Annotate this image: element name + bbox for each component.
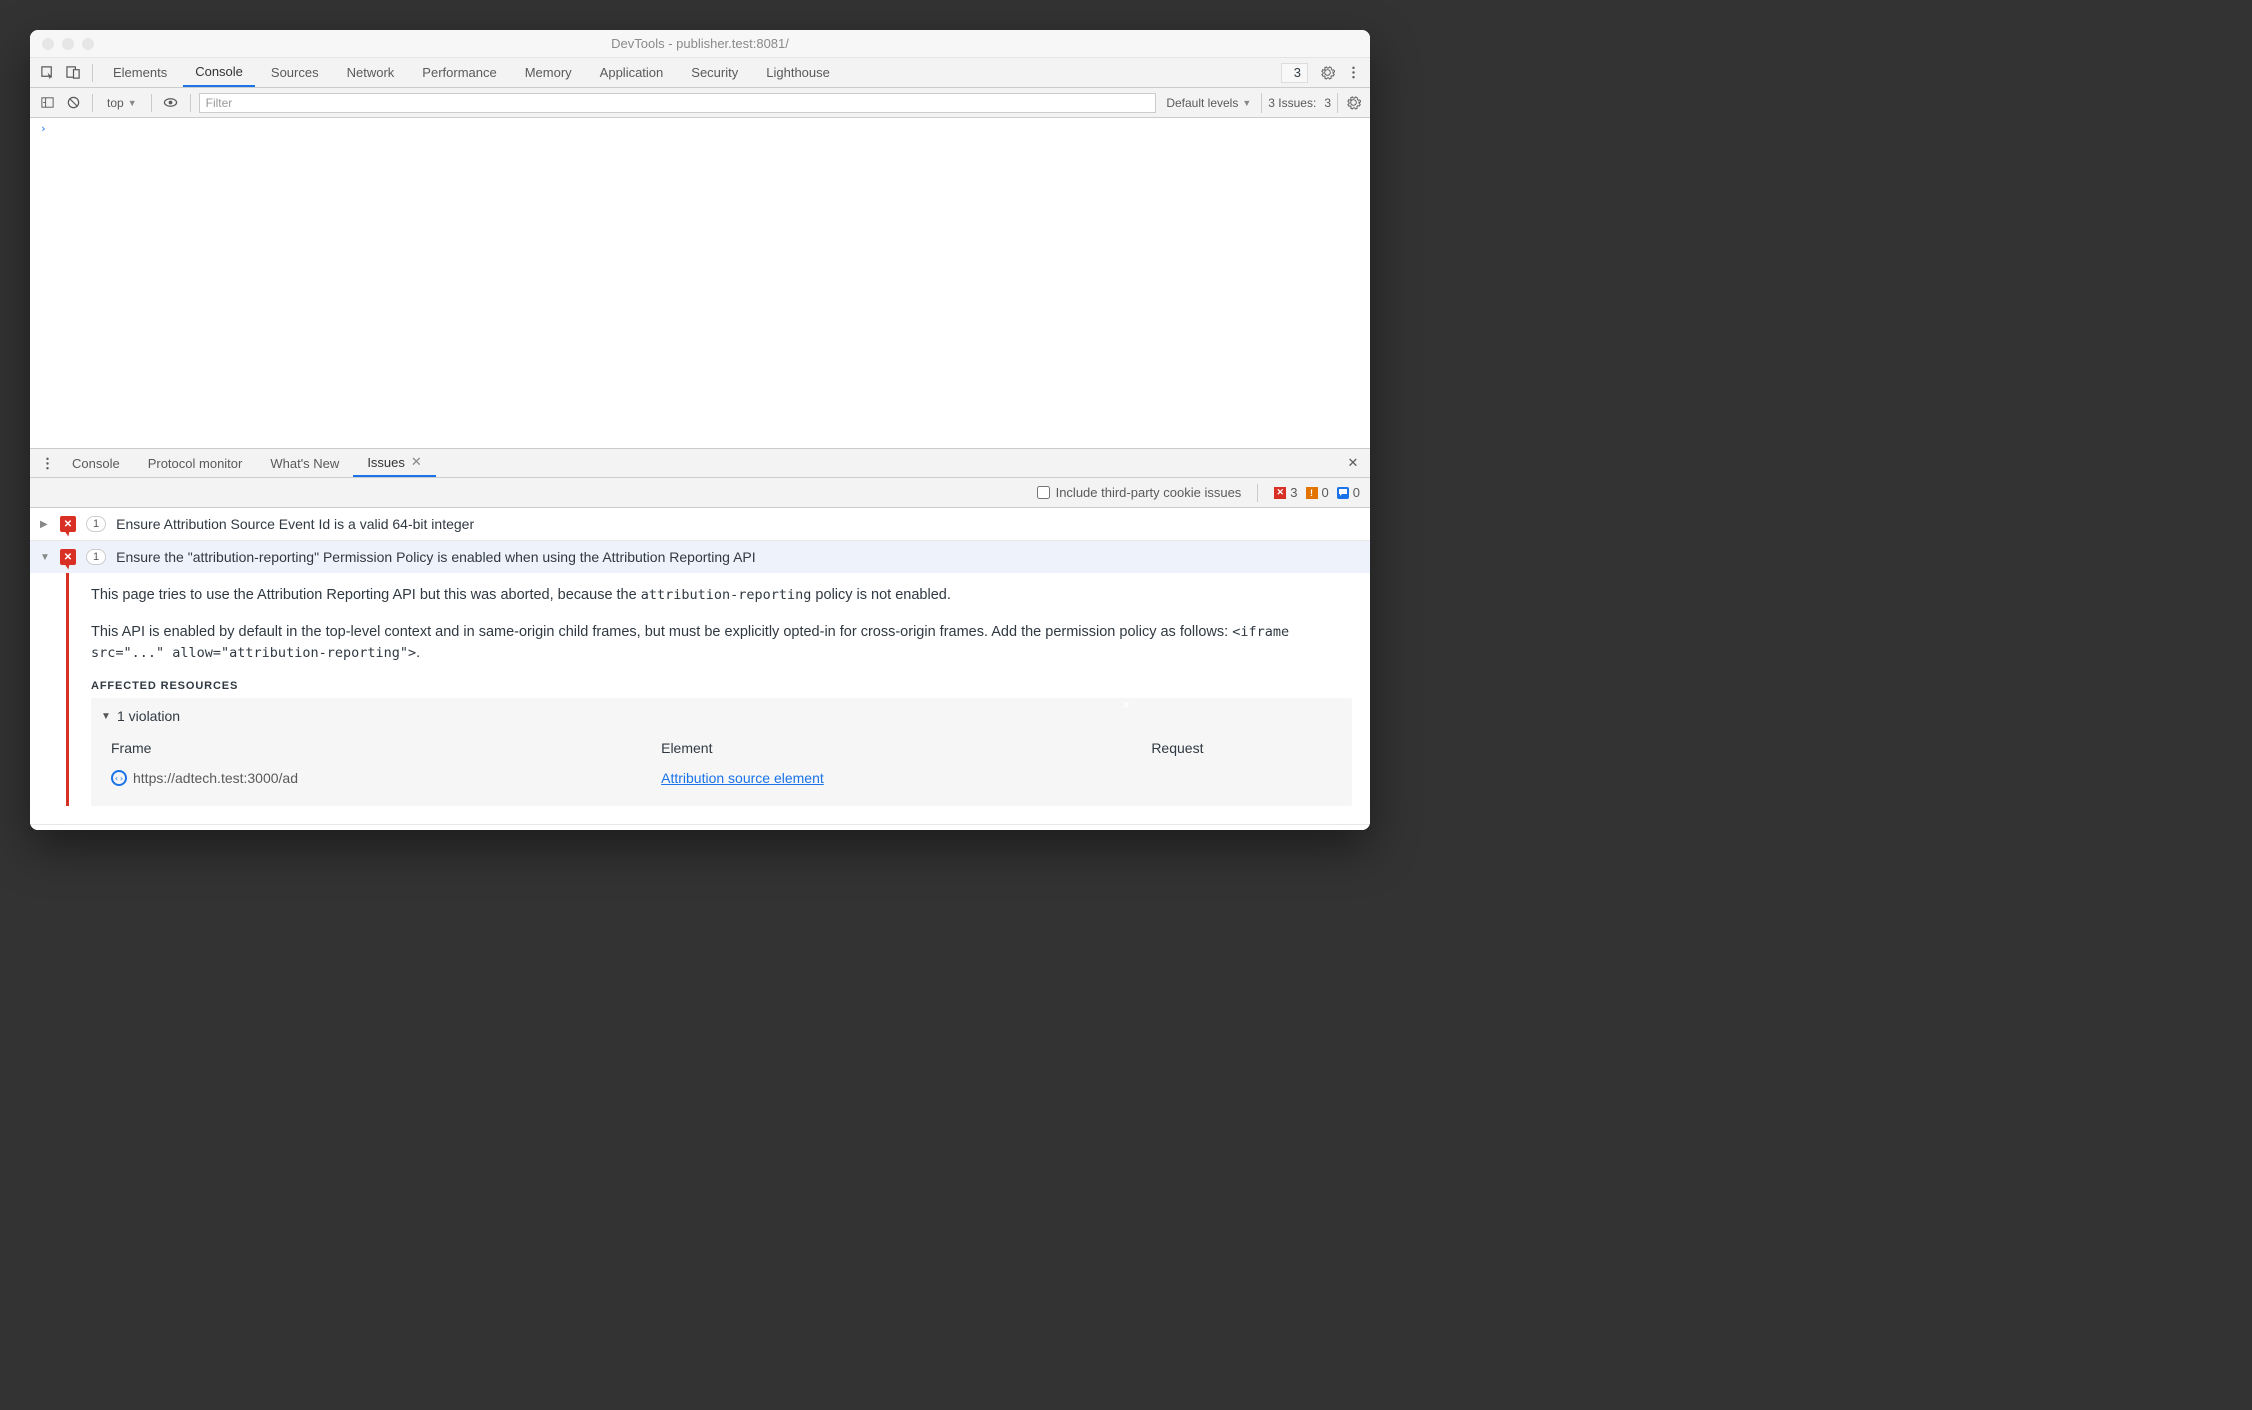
error-icon xyxy=(1274,487,1286,499)
info-icon xyxy=(1337,487,1349,499)
error-speech-icon xyxy=(60,516,76,532)
error-speech-icon xyxy=(60,549,76,565)
issues-summary[interactable]: 3 Issues: 3 xyxy=(1261,93,1338,113)
warning-icon xyxy=(1306,487,1318,499)
devtools-window: DevTools - publisher.test:8081/ Elements… xyxy=(30,30,1370,830)
console-toolbar: top ▼ Default levels ▼ 3 Issues: 3 xyxy=(30,88,1370,118)
